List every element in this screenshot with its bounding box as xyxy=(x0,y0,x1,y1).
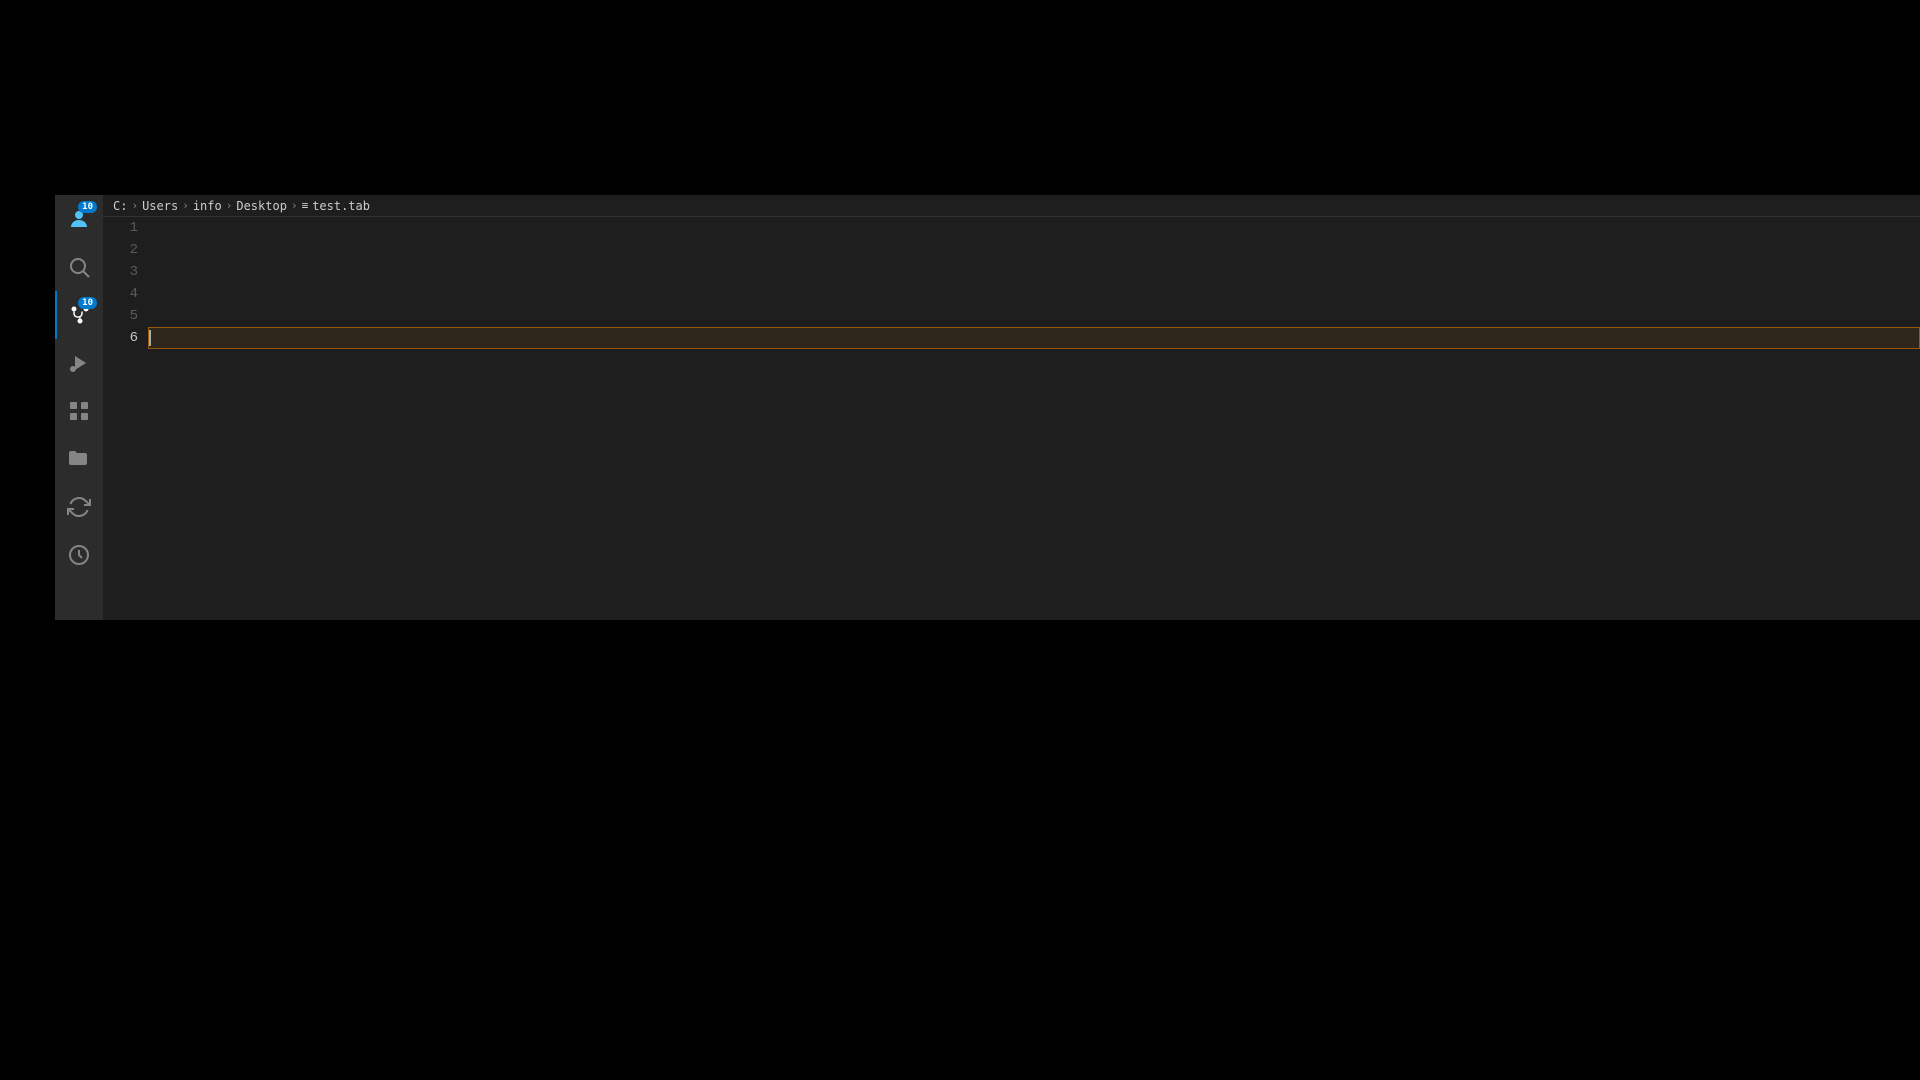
code-line-4 xyxy=(148,283,1920,305)
breadcrumb-sep-4: › xyxy=(291,199,298,212)
line-num-2: 2 xyxy=(103,239,138,261)
breadcrumb-drive[interactable]: C: xyxy=(113,199,127,213)
vscode-window: 10 10 xyxy=(55,195,1920,620)
line-num-4: 4 xyxy=(103,283,138,305)
scm-badge: 10 xyxy=(78,297,97,309)
code-line-6-active xyxy=(148,327,1920,349)
code-content[interactable] xyxy=(148,217,1920,620)
breadcrumb-file[interactable]: ≡ test.tab xyxy=(302,199,370,213)
run-debug-icon[interactable] xyxy=(55,339,103,387)
breadcrumb-info[interactable]: info xyxy=(193,199,222,213)
breadcrumb-sep-2: › xyxy=(182,199,189,212)
refresh-icon[interactable] xyxy=(55,483,103,531)
activity-bar: 10 10 xyxy=(55,195,103,620)
breadcrumb-users[interactable]: Users xyxy=(142,199,178,213)
file-icon: ≡ xyxy=(302,199,309,212)
code-line-3 xyxy=(148,261,1920,283)
bottom-black-area xyxy=(0,620,1920,1080)
breadcrumb-sep-3: › xyxy=(226,199,233,212)
search-icon[interactable] xyxy=(55,243,103,291)
code-line-2 xyxy=(148,239,1920,261)
avatar-icon[interactable]: 10 xyxy=(55,195,103,243)
avatar-badge: 10 xyxy=(78,201,97,213)
line-num-6: 6 xyxy=(103,327,138,349)
code-line-1 xyxy=(148,217,1920,239)
top-black-area xyxy=(0,0,1920,195)
source-control-icon[interactable]: 10 xyxy=(55,291,103,339)
breadcrumb-sep-1: › xyxy=(131,199,138,212)
code-line-5 xyxy=(148,305,1920,327)
breadcrumb-filename: test.tab xyxy=(312,199,370,213)
line-numbers: 1 2 3 4 5 6 xyxy=(103,217,148,620)
line-num-1: 1 xyxy=(103,217,138,239)
explorer-icon[interactable] xyxy=(55,435,103,483)
line-num-3: 3 xyxy=(103,261,138,283)
code-editor[interactable]: 1 2 3 4 5 6 xyxy=(103,217,1920,620)
text-cursor xyxy=(149,330,151,346)
breadcrumb: C: › Users › info › Desktop › ≡ test.tab xyxy=(103,195,1920,217)
breadcrumb-desktop[interactable]: Desktop xyxy=(236,199,287,213)
extensions-icon[interactable] xyxy=(55,387,103,435)
left-black-area xyxy=(0,195,55,620)
editor-area: C: › Users › info › Desktop › ≡ test.tab… xyxy=(103,195,1920,620)
line-num-5: 5 xyxy=(103,305,138,327)
timeline-icon[interactable] xyxy=(55,531,103,579)
